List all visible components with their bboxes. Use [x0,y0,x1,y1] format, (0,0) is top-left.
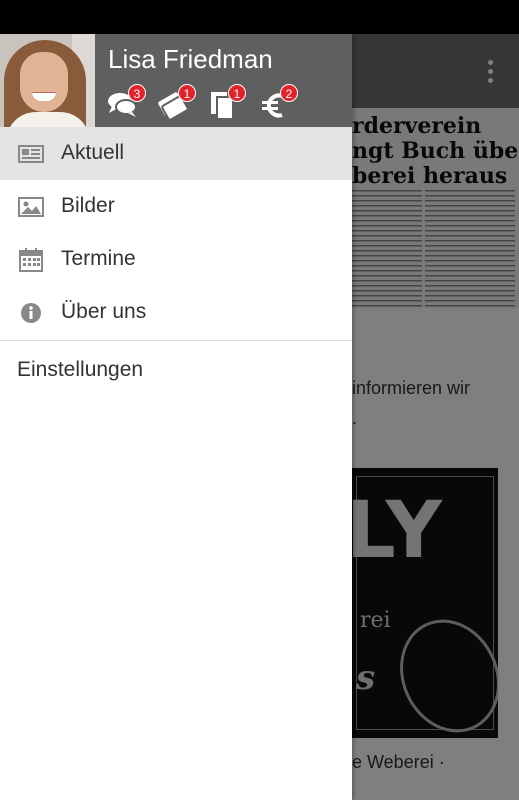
menu-item-bilder[interactable]: Bilder [0,180,352,233]
tickets-badge: 1 [178,84,196,102]
payments-button[interactable]: 2 [258,84,298,122]
documents-button[interactable]: 1 [206,84,246,122]
menu-item-label: Aktuell [61,141,125,164]
messages-badge: 3 [128,84,146,102]
settings-label: Einstellungen [17,358,144,381]
menu-item-label: Über uns [61,300,147,323]
menu-item-label: Termine [61,247,136,270]
profile-header: Lisa Friedman 3 1 1 2 [0,34,352,127]
user-name: Lisa Friedman [108,44,273,74]
calendar-icon [19,248,43,272]
menu-divider [0,340,352,341]
menu-item-label: Bilder [61,194,115,217]
documents-badge: 1 [228,84,246,102]
menu-item-einstellungen[interactable]: Einstellungen [0,344,352,398]
image-icon [18,197,44,217]
messages-button[interactable]: 3 [106,84,146,122]
menu-item-aktuell[interactable]: Aktuell [0,127,352,180]
tickets-button[interactable]: 1 [156,84,196,122]
info-icon [21,303,41,323]
newspaper-icon [18,145,44,163]
menu-item-termine[interactable]: Termine [0,233,352,286]
payments-badge: 2 [280,84,298,102]
navigation-drawer: Lisa Friedman 3 1 1 2 Aktuell Bilder Ter… [0,34,352,800]
menu-item-ueber-uns[interactable]: Über uns [0,286,352,339]
avatar[interactable] [0,34,95,127]
status-bar [0,0,519,34]
